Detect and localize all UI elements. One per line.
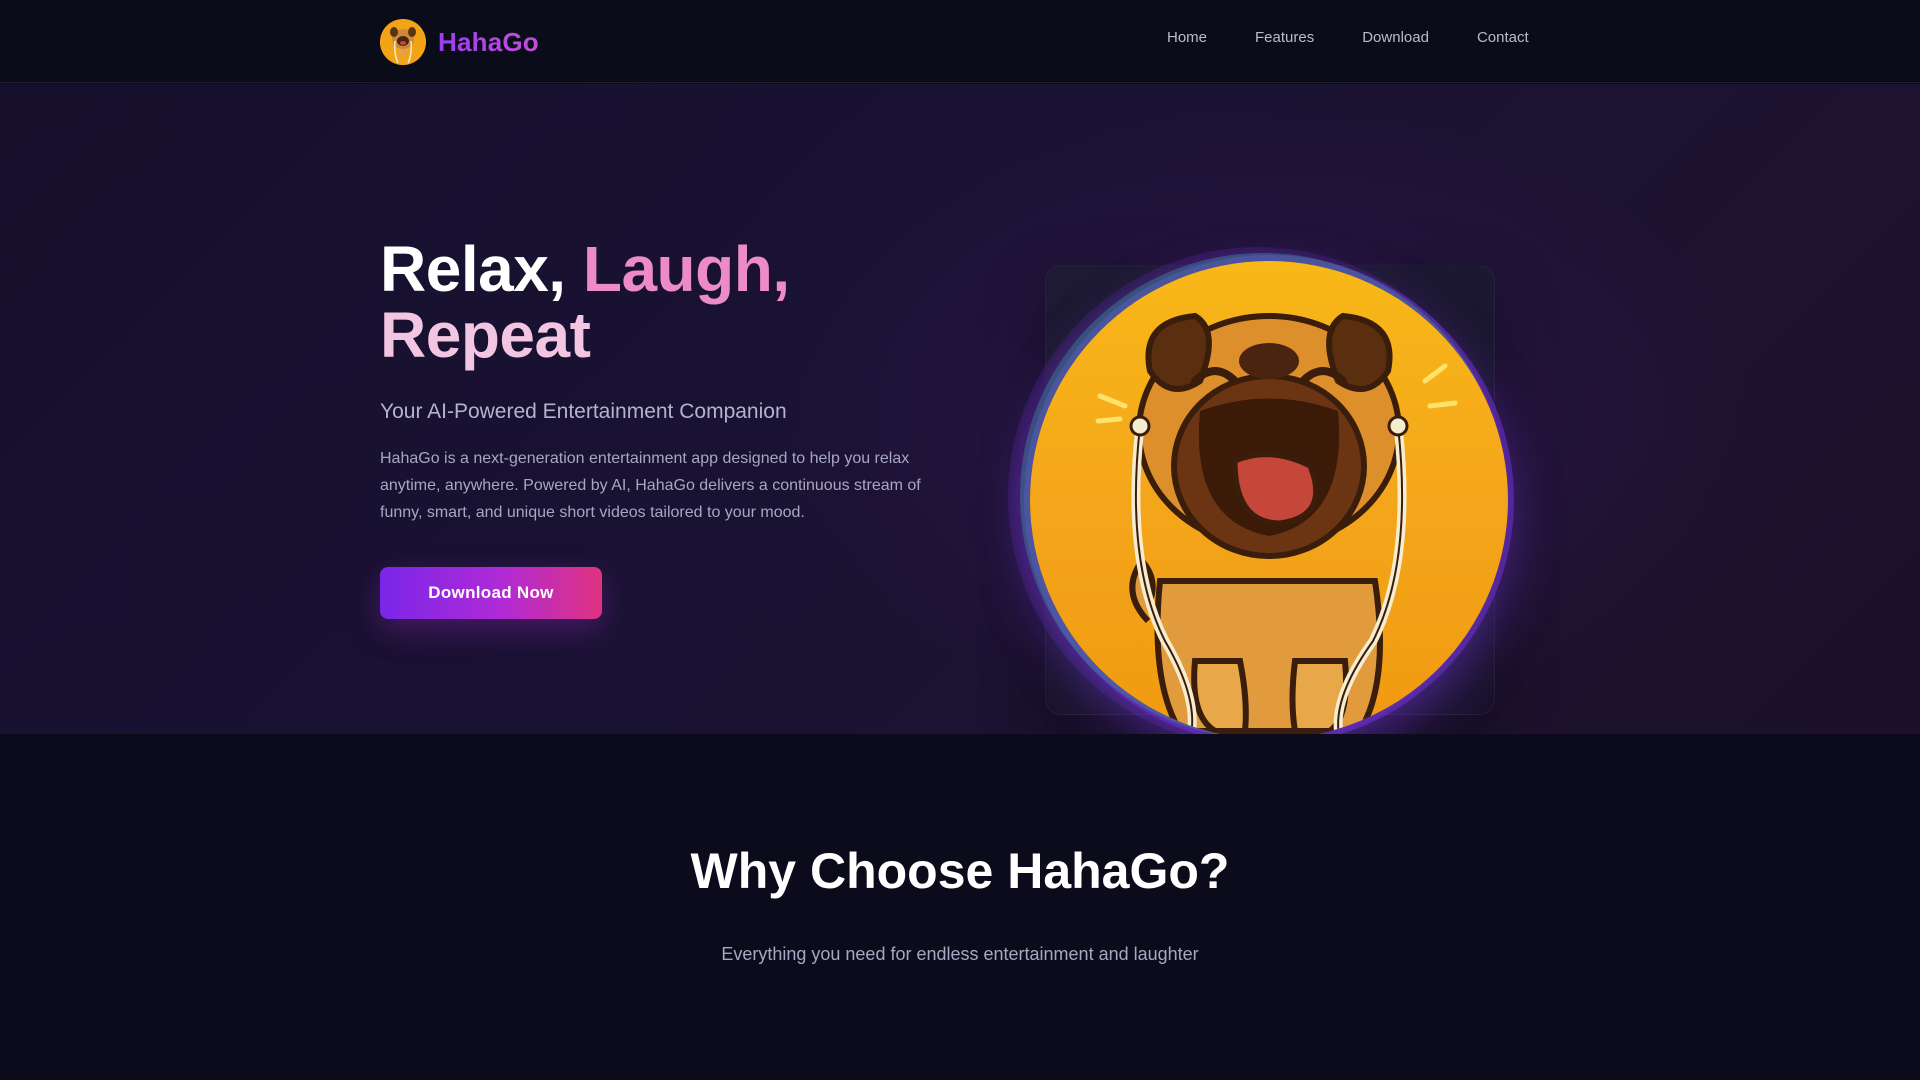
hero-title-laugh: Laugh, — [582, 233, 790, 305]
nav-home-link[interactable]: Home — [1167, 29, 1207, 46]
hero-title-repeat: Repeat — [380, 299, 591, 371]
features-subtitle: Everything you need for endless entertai… — [721, 944, 1199, 964]
laughing-pug-illustration — [1030, 261, 1508, 739]
nav-download-link[interactable]: Download — [1362, 29, 1429, 46]
nav-contact-link[interactable]: Contact — [1477, 29, 1529, 46]
pug-mascot-icon — [1095, 312, 1458, 739]
main-nav: Home Features Download Contact — [1167, 29, 1529, 46]
hero-title-relax: Relax, — [380, 233, 583, 305]
features-title: Why Choose HahaGo? — [690, 843, 1230, 899]
site-header: HahaGo Home Features Download Contact — [0, 0, 1920, 83]
hero-section: Relax, Laugh, Repeat Your AI-Powered Ent… — [0, 84, 1920, 747]
brand-name: HahaGo — [438, 26, 539, 57]
hero-title: Relax, Laugh, Repeat — [380, 236, 940, 368]
hero-description: HahaGo is a next-generation entertainmen… — [380, 450, 921, 521]
download-now-button[interactable]: Download Now — [380, 567, 602, 619]
nav-features-link[interactable]: Features — [1255, 29, 1314, 46]
features-section: Why Choose HahaGo? Everything you need f… — [0, 734, 1920, 1080]
brand-link[interactable]: HahaGo — [380, 19, 539, 65]
hero-subtitle: Your AI-Powered Entertainment Companion — [380, 400, 787, 423]
pug-logo-icon — [380, 19, 426, 65]
